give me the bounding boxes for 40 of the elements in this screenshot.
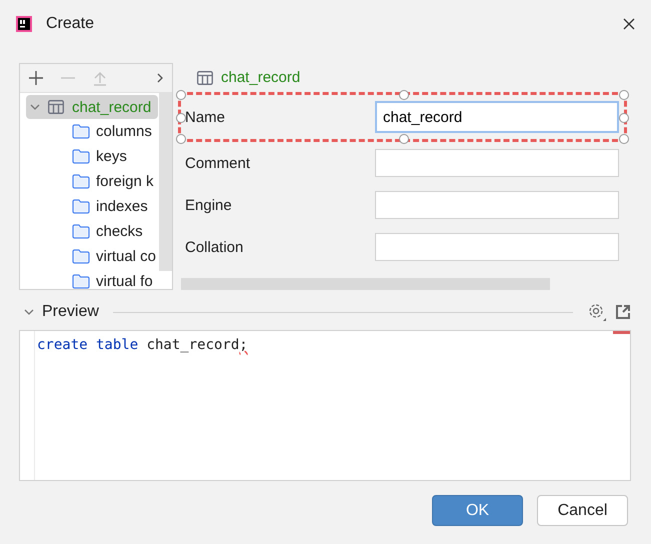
field-label: Name bbox=[185, 108, 226, 126]
input-field[interactable]: chat_record bbox=[375, 101, 619, 133]
window-title: Create bbox=[46, 15, 94, 33]
folder-icon bbox=[72, 199, 90, 214]
tree-item[interactable]: keys bbox=[96, 148, 127, 165]
close-icon[interactable] bbox=[623, 18, 635, 30]
dialog-button[interactable]: Cancel bbox=[537, 495, 628, 526]
settings-icon[interactable] bbox=[587, 302, 607, 322]
tree-item[interactable]: indexes bbox=[96, 198, 148, 215]
folder-icon bbox=[72, 224, 90, 239]
input-field[interactable] bbox=[375, 149, 619, 177]
code-line: create table chat_record; bbox=[36, 336, 248, 355]
dialog-button[interactable]: OK bbox=[432, 495, 523, 526]
tree-item[interactable]: foreign k bbox=[96, 173, 154, 190]
table-name-heading: chat_record bbox=[221, 69, 300, 86]
tree-item[interactable]: virtual co bbox=[96, 248, 156, 265]
field-label: Engine bbox=[185, 196, 233, 214]
table-icon bbox=[48, 100, 64, 114]
table-icon bbox=[197, 70, 213, 84]
add-icon[interactable] bbox=[28, 70, 44, 86]
input-field[interactable] bbox=[375, 233, 619, 261]
scrollbar[interactable] bbox=[159, 93, 172, 271]
chevron-right-icon[interactable] bbox=[156, 72, 164, 84]
chevron-down-icon[interactable] bbox=[30, 102, 40, 112]
folder-icon bbox=[72, 274, 90, 289]
folder-icon bbox=[72, 249, 90, 264]
field-label: Collation bbox=[185, 238, 244, 256]
tree-item[interactable]: columns bbox=[96, 123, 152, 140]
folder-icon bbox=[72, 149, 90, 164]
folder-icon bbox=[72, 124, 90, 139]
app-logo-icon bbox=[16, 16, 32, 32]
external-window-icon[interactable] bbox=[615, 304, 631, 320]
scrollbar[interactable] bbox=[181, 278, 550, 290]
input-field[interactable] bbox=[375, 191, 619, 219]
tree-item[interactable]: checks bbox=[96, 223, 143, 240]
section-title[interactable]: Preview bbox=[42, 303, 99, 321]
tree-item[interactable]: virtual fo bbox=[96, 273, 153, 289]
field-label: Comment bbox=[185, 154, 252, 172]
chevron-down-icon[interactable] bbox=[24, 307, 34, 317]
folder-icon bbox=[72, 174, 90, 189]
